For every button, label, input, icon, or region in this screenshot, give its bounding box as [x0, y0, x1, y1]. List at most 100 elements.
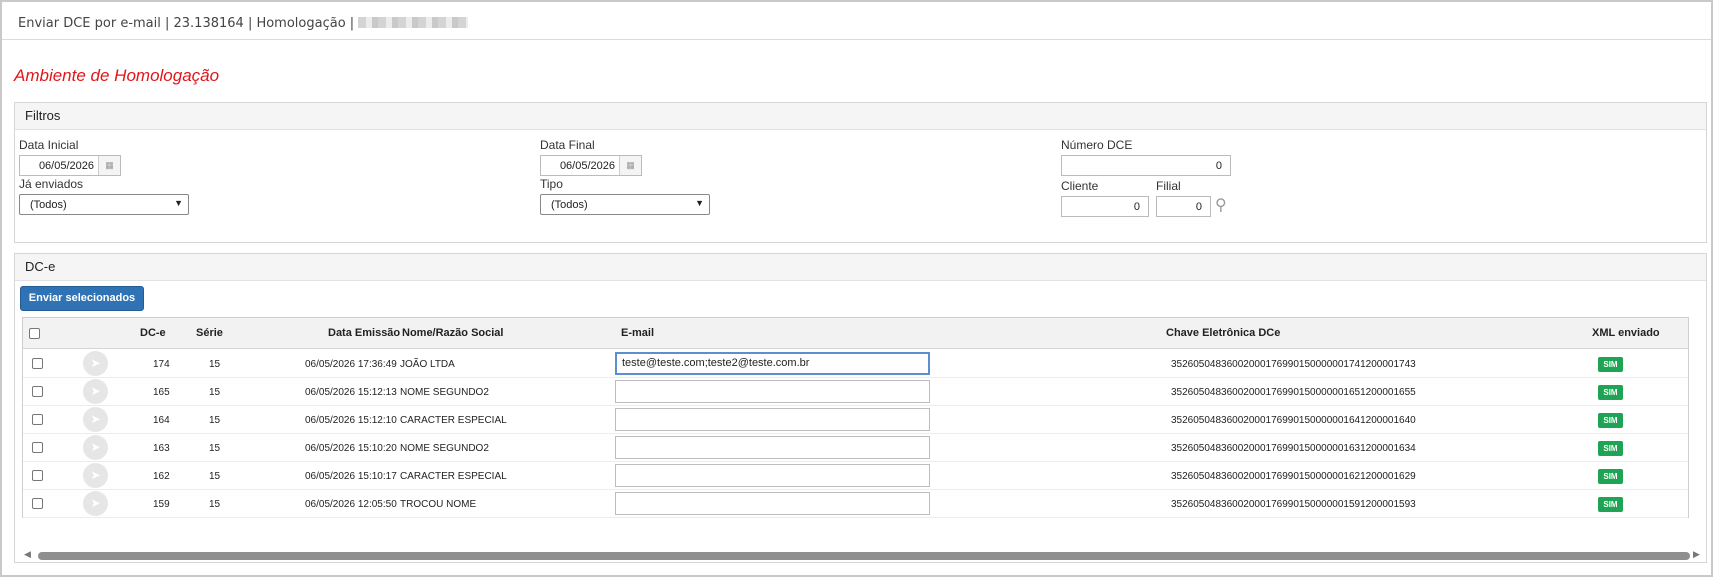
data-final-input[interactable]: 06/05/2026 ▦ [540, 155, 642, 176]
data-final-label: Data Final [540, 138, 595, 152]
environment-label: Ambiente de Homologação [14, 66, 220, 85]
cell-nome: NOME SEGUNDO2 [400, 443, 489, 454]
email-input[interactable] [615, 380, 930, 403]
col-serie: Série [196, 327, 223, 339]
tipo-label: Tipo [540, 177, 563, 191]
xml-sent-badge: SIM [1598, 385, 1623, 400]
send-icon[interactable]: ➤ [83, 407, 108, 432]
dce-table: DC-e Série Data Emissão Nome/Razão Socia… [22, 317, 1689, 518]
cell-chave: 3526050483600200017699015000000163120000… [1171, 443, 1416, 454]
data-inicial-label: Data Inicial [19, 138, 79, 152]
cell-serie: 15 [209, 443, 221, 454]
col-data-emissao: Data Emissão [328, 327, 401, 339]
cliente-label: Cliente [1061, 179, 1099, 193]
send-selected-button[interactable]: Enviar selecionados [20, 286, 144, 311]
filial-input[interactable]: 0 [1156, 196, 1211, 217]
send-icon[interactable]: ➤ [83, 491, 108, 516]
title-bar: Enviar DCE por e-mail | 23.138164 | Homo… [2, 2, 1711, 40]
cell-data-emissao: 06/05/2026 17:36:49 [305, 359, 397, 370]
cell-chave: 3526050483600200017699015000000164120000… [1171, 415, 1416, 426]
col-xml: XML enviado [1592, 327, 1660, 339]
chevron-down-icon: ▼ [174, 198, 183, 208]
calendar-icon[interactable]: ▦ [98, 156, 120, 175]
dce-panel: DC-e Enviar selecionados DC-e Série Data… [14, 253, 1707, 563]
select-all-checkbox[interactable] [29, 328, 40, 339]
cell-data-emissao: 06/05/2026 15:10:17 [305, 471, 397, 482]
tipo-select[interactable]: (Todos) ▼ [540, 194, 710, 215]
table-header: DC-e Série Data Emissão Nome/Razão Socia… [23, 318, 1688, 349]
cell-chave: 3526050483600200017699015000000162120000… [1171, 471, 1416, 482]
xml-sent-badge: SIM [1598, 413, 1623, 428]
cell-dce: 174 [153, 359, 170, 370]
email-input[interactable] [615, 408, 930, 431]
cell-nome: JOÃO LTDA [400, 359, 455, 370]
table-row: ➤ 174 15 06/05/2026 17:36:49 JOÃO LTDA teste@… [23, 350, 1688, 378]
cell-dce: 162 [153, 471, 170, 482]
table-row: ➤ 165 15 06/05/2026 15:12:13 NOME SEGUNDO2 35… [23, 378, 1688, 406]
dce-heading: DC-e [15, 254, 1706, 281]
cliente-input[interactable]: 0 [1061, 196, 1149, 217]
filters-heading: Filtros [15, 103, 1706, 130]
cell-serie: 15 [209, 499, 221, 510]
xml-sent-badge: SIM [1598, 441, 1623, 456]
cell-data-emissao: 06/05/2026 15:12:13 [305, 387, 397, 398]
cell-nome: CARACTER ESPECIAL [400, 415, 507, 426]
chevron-down-icon: ▼ [695, 198, 704, 208]
row-checkbox[interactable] [32, 442, 43, 453]
email-input[interactable] [615, 436, 930, 459]
data-inicial-input[interactable]: 06/05/2026 ▦ [19, 155, 121, 176]
cell-serie: 15 [209, 359, 221, 370]
col-email: E-mail [621, 327, 655, 339]
cell-nome: CARACTER ESPECIAL [400, 471, 507, 482]
numero-dce-input[interactable]: 0 [1061, 155, 1231, 176]
ja-enviados-label: Já enviados [19, 177, 84, 191]
table-row: ➤ 159 15 06/05/2026 12:05:50 TROCOU NOME 3526… [23, 490, 1688, 518]
cell-data-emissao: 06/05/2026 15:10:20 [305, 443, 397, 454]
cell-serie: 15 [209, 415, 221, 426]
scroll-left-icon[interactable]: ◀ [24, 550, 31, 560]
xml-sent-badge: SIM [1598, 497, 1623, 512]
cell-dce: 159 [153, 499, 170, 510]
cell-serie: 15 [209, 471, 221, 482]
send-icon[interactable]: ➤ [83, 463, 108, 488]
col-dce: DC-e [140, 327, 166, 339]
row-checkbox[interactable] [32, 498, 43, 509]
cell-dce: 164 [153, 415, 170, 426]
data-final-value: 06/05/2026 [559, 160, 615, 172]
send-icon[interactable]: ➤ [83, 379, 108, 404]
row-checkbox[interactable] [32, 414, 43, 425]
app-window: Enviar DCE por e-mail | 23.138164 | Homo… [0, 0, 1713, 577]
email-input[interactable]: teste@teste.com;teste2@teste.com.br [615, 352, 930, 375]
table-row: ➤ 162 15 06/05/2026 15:10:17 CARACTER ESPECI… [23, 462, 1688, 490]
row-checkbox[interactable] [32, 358, 43, 369]
cell-chave: 3526050483600200017699015000000159120000… [1171, 499, 1416, 510]
scrollbar-thumb[interactable] [38, 552, 1690, 560]
cell-dce: 163 [153, 443, 170, 454]
tipo-value: (Todos) [551, 199, 588, 211]
cell-nome: TROCOU NOME [400, 499, 477, 510]
email-input[interactable] [615, 464, 930, 487]
numero-dce-label: Número DCE [1061, 138, 1133, 152]
row-checkbox[interactable] [32, 470, 43, 481]
col-nome: Nome/Razão Social [402, 327, 504, 339]
send-icon[interactable]: ➤ [83, 351, 108, 376]
xml-sent-badge: SIM [1598, 357, 1623, 372]
filters-panel: Filtros Data Inicial 06/05/2026 ▦ Já env… [14, 102, 1707, 243]
table-row: ➤ 163 15 06/05/2026 15:10:20 NOME SEGUNDO2 35… [23, 434, 1688, 462]
email-input[interactable] [615, 492, 930, 515]
cell-dce: 165 [153, 387, 170, 398]
send-icon[interactable]: ➤ [83, 435, 108, 460]
scroll-right-icon[interactable]: ▶ [1693, 550, 1700, 560]
filial-label: Filial [1156, 179, 1181, 193]
ja-enviados-value: (Todos) [30, 199, 67, 211]
col-chave: Chave Eletrônica DCe [1166, 327, 1281, 339]
search-icon[interactable]: ⚲ [1215, 195, 1227, 214]
horizontal-scrollbar[interactable]: ◀ ▶ [20, 550, 1705, 562]
cell-chave: 3526050483600200017699015000000174120000… [1171, 359, 1416, 370]
row-checkbox[interactable] [32, 386, 43, 397]
cell-data-emissao: 06/05/2026 15:12:10 [305, 415, 397, 426]
data-inicial-value: 06/05/2026 [38, 160, 94, 172]
xml-sent-badge: SIM [1598, 469, 1623, 484]
calendar-icon[interactable]: ▦ [619, 156, 641, 175]
ja-enviados-select[interactable]: (Todos) ▼ [19, 194, 189, 215]
